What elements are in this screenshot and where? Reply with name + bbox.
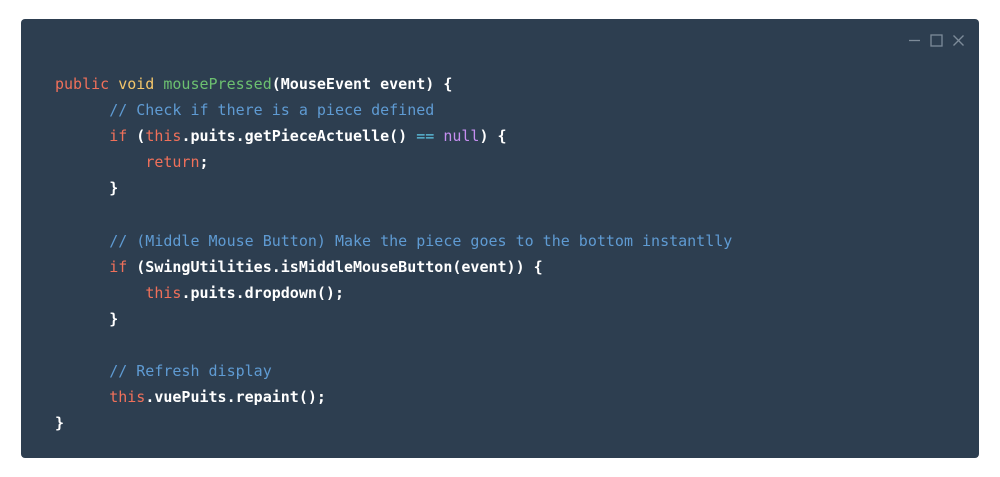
code-line: this.puits.dropdown(); — [55, 280, 732, 306]
code-token-plain: .puits.dropdown(); — [181, 283, 344, 302]
code-content: public void mousePressed(MouseEvent even… — [55, 71, 732, 436]
code-line: } — [55, 175, 732, 201]
code-line: return; — [55, 149, 732, 175]
code-token-indent — [55, 179, 109, 197]
code-token-plain: } — [55, 414, 65, 433]
code-token-keyword: if — [109, 257, 137, 276]
code-token-plain: ) { — [479, 127, 507, 146]
code-token-keyword: if — [109, 127, 137, 146]
code-line: // (Middle Mouse Button) Make the piece … — [55, 228, 732, 254]
code-token-indent — [55, 258, 109, 276]
code-token-plain: .vuePuits.repaint(); — [145, 388, 326, 407]
code-token-plain: .puits.getPieceActuelle() — [181, 127, 417, 146]
code-token-indent — [55, 232, 109, 250]
code-line: if (SwingUtilities.isMiddleMouseButton(e… — [55, 254, 732, 280]
code-token-type: void — [118, 75, 164, 93]
code-token-indent — [55, 127, 109, 145]
code-token-plain: } — [109, 179, 119, 198]
code-token-null: null — [443, 127, 480, 146]
code-token-keyword: return — [145, 153, 200, 172]
code-line: this.vuePuits.repaint(); — [55, 384, 732, 410]
code-token-this: this — [145, 283, 182, 302]
code-line: // Check if there is a piece defined — [55, 97, 732, 123]
code-token-this: this — [145, 127, 182, 146]
code-token-plain: ( — [136, 127, 146, 146]
code-token-comment: // Check if there is a piece defined — [109, 101, 435, 120]
code-token-func: mousePressed — [163, 75, 272, 93]
code-token-keyword: public — [55, 75, 119, 93]
code-token-this: this — [109, 388, 146, 407]
code-token-plain: (MouseEvent event) { — [271, 75, 453, 93]
maximize-icon[interactable] — [929, 33, 943, 47]
code-token-indent — [55, 153, 145, 171]
code-token-plain: } — [109, 309, 119, 328]
code-block: public void mousePressed(MouseEvent even… — [21, 19, 979, 458]
close-icon[interactable] — [951, 33, 965, 47]
code-token-plain: ; — [199, 153, 209, 172]
code-token-indent — [55, 388, 109, 406]
code-token-comment: // Refresh display — [109, 362, 272, 381]
code-line: if (this.puits.getPieceActuelle() == nul… — [55, 123, 732, 149]
code-token-indent — [55, 310, 109, 328]
minimize-icon[interactable] — [907, 33, 921, 47]
code-token-plain: (SwingUtilities.isMiddleMouseButton(even… — [136, 257, 543, 276]
code-line: } — [55, 306, 732, 332]
window-controls — [907, 33, 965, 47]
code-token-comment: // (Middle Mouse Button) Make the piece … — [109, 231, 733, 250]
code-token-indent — [55, 284, 145, 302]
code-line: } — [55, 410, 732, 436]
code-token-op: == — [416, 127, 435, 146]
code-token-indent — [55, 362, 109, 380]
code-token-indent — [55, 101, 109, 119]
code-line: public void mousePressed(MouseEvent even… — [55, 71, 732, 97]
code-line: // Refresh display — [55, 358, 732, 384]
